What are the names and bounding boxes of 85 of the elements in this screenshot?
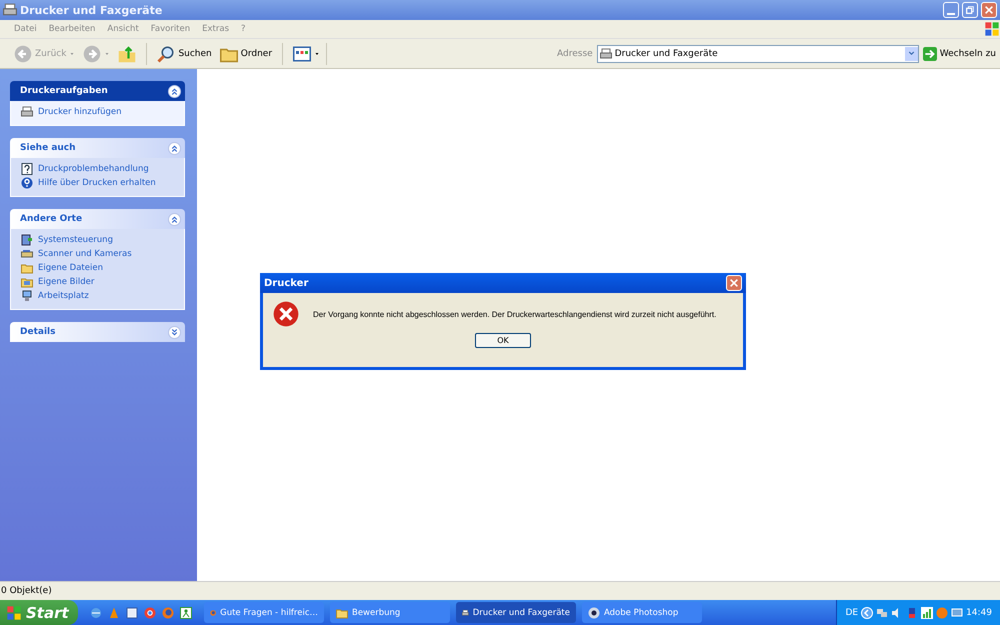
chevron-down-icon bbox=[906, 49, 916, 58]
dialog-title: Drucker bbox=[264, 278, 308, 288]
menu-item[interactable]: Bearbeiten bbox=[48, 24, 96, 34]
error-icon bbox=[273, 301, 299, 327]
address-field[interactable]: Drucker und Faxgeräte bbox=[596, 44, 919, 62]
panel-header[interactable]: Details bbox=[10, 322, 185, 342]
minimize-button[interactable] bbox=[943, 2, 959, 18]
search-icon bbox=[157, 44, 176, 62]
collapse-button[interactable] bbox=[168, 142, 181, 154]
task-link[interactable]: Eigene Dateien bbox=[38, 263, 103, 273]
search-button[interactable]: Suchen bbox=[155, 42, 214, 64]
panel-header[interactable]: Siehe auch bbox=[10, 138, 185, 158]
panel-title: Andere Orte bbox=[20, 214, 82, 224]
printer-icon bbox=[21, 106, 33, 118]
task-link[interactable]: Systemsteuerung bbox=[38, 235, 113, 245]
task-link[interactable]: Druckproblembehandlung bbox=[38, 164, 149, 174]
chevron-left-icon bbox=[861, 606, 874, 618]
chevron-up-icon bbox=[170, 214, 179, 224]
status-text: 0 Objekt(e) bbox=[1, 586, 52, 596]
close-button[interactable] bbox=[726, 275, 742, 291]
network-icon bbox=[876, 606, 888, 618]
circle-icon[interactable] bbox=[144, 606, 156, 618]
clock: 14:49 bbox=[966, 608, 992, 618]
maximize-button[interactable] bbox=[962, 2, 978, 18]
collapse-button[interactable] bbox=[168, 84, 181, 98]
menu-item[interactable]: Ansicht bbox=[107, 24, 139, 34]
monitor-icon bbox=[951, 606, 964, 618]
window-icon[interactable] bbox=[126, 606, 138, 618]
menu-item[interactable]: Favoriten bbox=[150, 24, 190, 34]
picture-folder-icon bbox=[21, 276, 33, 288]
dropdown-button[interactable] bbox=[904, 46, 918, 60]
panel-header[interactable]: Andere Orte bbox=[10, 209, 185, 229]
panel-title: Druckeraufgaben bbox=[20, 86, 108, 96]
help-book-icon bbox=[21, 163, 33, 175]
windows-flag-icon bbox=[984, 21, 1000, 37]
ok-button[interactable]: OK bbox=[475, 333, 531, 348]
folders-button[interactable]: Ordner bbox=[218, 42, 274, 64]
close-icon bbox=[729, 278, 739, 288]
person-icon[interactable] bbox=[180, 606, 192, 618]
collapse-button[interactable] bbox=[168, 212, 181, 226]
dropdown-caret-icon bbox=[314, 50, 320, 56]
task-link[interactable]: Eigene Bilder bbox=[38, 277, 94, 287]
taskbar-button[interactable]: Adobe Photoshop bbox=[582, 602, 702, 623]
minimize-icon bbox=[947, 12, 955, 14]
control-panel-icon bbox=[21, 234, 33, 246]
error-message: Der Vorgang konnte nicht abgeschlossen werden. Der Druckerwarteschlangendienst wird zurzeit nicht ausgeführt. bbox=[313, 310, 716, 318]
start-button[interactable]: Start bbox=[0, 600, 78, 625]
printer-icon bbox=[3, 3, 17, 17]
panel-title: Details bbox=[20, 327, 56, 337]
taskbar-button[interactable]: Bewerbung bbox=[330, 602, 450, 623]
signal-bars-icon bbox=[921, 606, 934, 618]
chevron-up-icon bbox=[170, 86, 179, 96]
task-link[interactable]: Hilfe über Drucken erhalten bbox=[38, 178, 156, 188]
dropdown-caret-icon bbox=[104, 50, 110, 56]
scanner-icon bbox=[21, 248, 33, 260]
window-title: Drucker und Faxgeräte bbox=[20, 4, 164, 16]
printer-icon bbox=[600, 48, 612, 60]
chevron-up-icon bbox=[170, 144, 179, 152]
menu-item[interactable]: ? bbox=[241, 24, 246, 34]
panel-header[interactable]: Druckeraufgaben bbox=[10, 81, 185, 101]
folder-up-arrow-icon bbox=[118, 44, 136, 62]
ball-icon bbox=[936, 606, 948, 618]
go-button[interactable]: Wechseln zu bbox=[922, 46, 996, 60]
expand-button[interactable] bbox=[168, 326, 181, 338]
chevron-down-icon bbox=[170, 328, 179, 336]
task-link[interactable]: Arbeitsplatz bbox=[38, 291, 89, 301]
menu-item[interactable]: Extras bbox=[202, 24, 230, 34]
language-indicator[interactable]: DE bbox=[845, 608, 858, 618]
arrow-right-icon bbox=[922, 46, 937, 60]
close-icon bbox=[984, 5, 994, 15]
folder-icon bbox=[21, 262, 33, 274]
close-button[interactable] bbox=[981, 2, 997, 18]
address-label: Adresse bbox=[557, 48, 593, 58]
maximize-icon bbox=[965, 5, 975, 15]
taskbar-button[interactable]: Drucker und Faxgeräte bbox=[456, 602, 576, 623]
grid-view-icon bbox=[293, 44, 312, 62]
menu-item[interactable]: Datei bbox=[14, 24, 37, 34]
task-link[interactable]: Drucker hinzufügen bbox=[38, 107, 122, 117]
computer-icon bbox=[21, 290, 33, 302]
dropdown-caret-icon bbox=[69, 50, 76, 56]
taskbar-button[interactable]: Gute Fragen - hilfreic… bbox=[204, 602, 324, 623]
task-link[interactable]: Scanner und Kameras bbox=[38, 249, 132, 259]
folder-icon bbox=[336, 606, 348, 618]
windows-flag-icon bbox=[6, 604, 22, 620]
panel-title: Siehe auch bbox=[20, 143, 76, 153]
